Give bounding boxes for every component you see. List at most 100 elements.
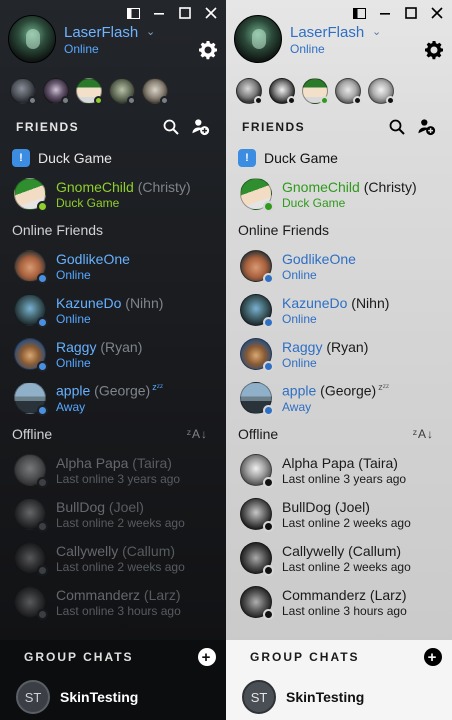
recent-friends-row: [226, 70, 452, 112]
recent-avatar[interactable]: [109, 78, 136, 105]
chevron-down-icon[interactable]: ⌄: [146, 25, 155, 38]
group-chat-item[interactable]: ST SkinTesting: [226, 674, 452, 720]
game-icon: !: [238, 149, 256, 167]
sort-icon[interactable]: ᶻA↓: [187, 427, 208, 441]
friend-row-ingame[interactable]: GnomeChild (Christy) Duck Game: [226, 172, 452, 216]
recent-avatar[interactable]: [368, 78, 395, 105]
friend-row-away[interactable]: apple (George) zᶻᶻ Away: [226, 376, 452, 420]
avatar: [14, 542, 48, 576]
username[interactable]: LaserFlash: [64, 24, 138, 41]
recent-avatar[interactable]: [10, 78, 37, 105]
friend-row-offline[interactable]: Alpha Papa (Taira) Last online 3 years a…: [226, 448, 452, 492]
online-section-title[interactable]: Online Friends: [0, 216, 226, 244]
add-group-chat-icon[interactable]: +: [424, 648, 442, 666]
friend-row-offline[interactable]: Callywelly (Callum) Last online 2 weeks …: [226, 536, 452, 580]
friend-row-away[interactable]: apple (George) zᶻᶻ Away: [0, 376, 226, 420]
friend-status: Last online 3 hours ago: [56, 603, 181, 618]
recent-avatar[interactable]: [236, 78, 263, 105]
friend-row-online[interactable]: Raggy (Ryan) Online: [226, 332, 452, 376]
group-chats-label: GROUP CHATS: [250, 650, 360, 664]
friend-row-offline[interactable]: Commanderz (Larz) Last online 3 hours ag…: [226, 580, 452, 624]
friend-row-online[interactable]: KazuneDo (Nihn) Online: [226, 288, 452, 332]
snap-button[interactable]: [348, 4, 370, 22]
maximize-button[interactable]: [400, 4, 422, 22]
close-button[interactable]: [426, 4, 448, 22]
add-friend-icon[interactable]: [192, 118, 210, 136]
group-name: SkinTesting: [286, 689, 365, 705]
status-dot: [160, 96, 169, 105]
friend-status: Last online 2 weeks ago: [282, 559, 411, 574]
status-dot: [263, 609, 274, 620]
snap-button[interactable]: [122, 4, 144, 22]
recent-avatar[interactable]: [335, 78, 362, 105]
sleep-icon: zᶻᶻ: [378, 382, 390, 393]
chevron-down-icon[interactable]: ⌄: [372, 25, 381, 38]
avatar: [240, 498, 274, 532]
friend-name: Commanderz: [56, 586, 141, 603]
profile-avatar[interactable]: [234, 15, 282, 63]
friend-status: Online: [282, 267, 317, 282]
maximize-button[interactable]: [174, 4, 196, 22]
status-dot: [263, 477, 274, 488]
status-dot: [263, 521, 274, 532]
offline-section-title[interactable]: Offline ᶻA↓: [0, 420, 226, 448]
minimize-button[interactable]: [374, 4, 396, 22]
gear-icon[interactable]: [198, 40, 218, 60]
recent-avatar[interactable]: [43, 78, 70, 105]
username[interactable]: LaserFlash: [290, 24, 364, 41]
game-group-header[interactable]: ! Duck Game: [0, 144, 226, 172]
gear-icon[interactable]: [424, 40, 444, 60]
friend-name: Commanderz: [282, 586, 367, 603]
status-dot: [353, 96, 362, 105]
friend-nickname: (George): [320, 382, 377, 399]
offline-section-title[interactable]: Offline ᶻA↓: [226, 420, 452, 448]
online-section-title[interactable]: Online Friends: [226, 216, 452, 244]
recent-avatar[interactable]: [269, 78, 296, 105]
friend-row-offline[interactable]: Alpha Papa (Taira) Last online 3 years a…: [0, 448, 226, 492]
minimize-button[interactable]: [148, 4, 170, 22]
group-avatar: ST: [16, 680, 50, 714]
add-group-chat-icon[interactable]: +: [198, 648, 216, 666]
avatar: [14, 250, 48, 284]
friend-nickname: (Nihn): [351, 294, 390, 311]
recent-avatar[interactable]: [76, 78, 103, 105]
sort-icon[interactable]: ᶻA↓: [413, 427, 434, 441]
friend-row-online[interactable]: GodlikeOne Online: [226, 244, 452, 288]
friends-header: FRIENDS: [226, 112, 452, 142]
group-chats-label: GROUP CHATS: [24, 650, 134, 664]
friend-row-offline[interactable]: BullDog (Joel) Last online 2 weeks ago: [226, 492, 452, 536]
recent-avatar[interactable]: [302, 78, 329, 105]
search-icon[interactable]: [388, 118, 406, 136]
recent-avatar[interactable]: [142, 78, 169, 105]
profile-header: LaserFlash ⌄ Online: [226, 0, 452, 70]
avatar: [14, 178, 48, 212]
status-dot: [263, 565, 274, 576]
search-icon[interactable]: [162, 118, 180, 136]
avatar: [240, 294, 274, 328]
status-dot: [37, 565, 48, 576]
group-chat-item[interactable]: ST SkinTesting: [0, 674, 226, 720]
add-friend-icon[interactable]: [418, 118, 436, 136]
friends-label: FRIENDS: [242, 120, 306, 134]
status-dot: [61, 96, 70, 105]
avatar: [240, 250, 274, 284]
friends-list: ! Duck Game GnomeChild (Christy) Duck Ga…: [0, 142, 226, 640]
friend-row-offline[interactable]: BullDog (Joel) Last online 2 weeks ago: [0, 492, 226, 536]
friend-name: KazuneDo: [282, 294, 348, 311]
friend-row-online[interactable]: KazuneDo (Nihn) Online: [0, 288, 226, 332]
friend-row-online[interactable]: Raggy (Ryan) Online: [0, 332, 226, 376]
avatar: [240, 586, 274, 620]
profile-avatar[interactable]: [8, 15, 56, 63]
friend-name: Callywelly: [282, 542, 345, 559]
status-dot: [37, 273, 48, 284]
friends-header: FRIENDS: [0, 112, 226, 142]
friend-row-online[interactable]: GodlikeOne Online: [0, 244, 226, 288]
friend-row-ingame[interactable]: GnomeChild (Christy) Duck Game: [0, 172, 226, 216]
friend-row-offline[interactable]: Commanderz (Larz) Last online 3 hours ag…: [0, 580, 226, 624]
friend-row-offline[interactable]: Callywelly (Callum) Last online 2 weeks …: [0, 536, 226, 580]
friend-nickname: (Larz): [143, 586, 181, 603]
game-group-header[interactable]: ! Duck Game: [226, 144, 452, 172]
group-chats-header: GROUP CHATS +: [0, 640, 226, 674]
status-dot: [37, 477, 48, 488]
close-button[interactable]: [200, 4, 222, 22]
